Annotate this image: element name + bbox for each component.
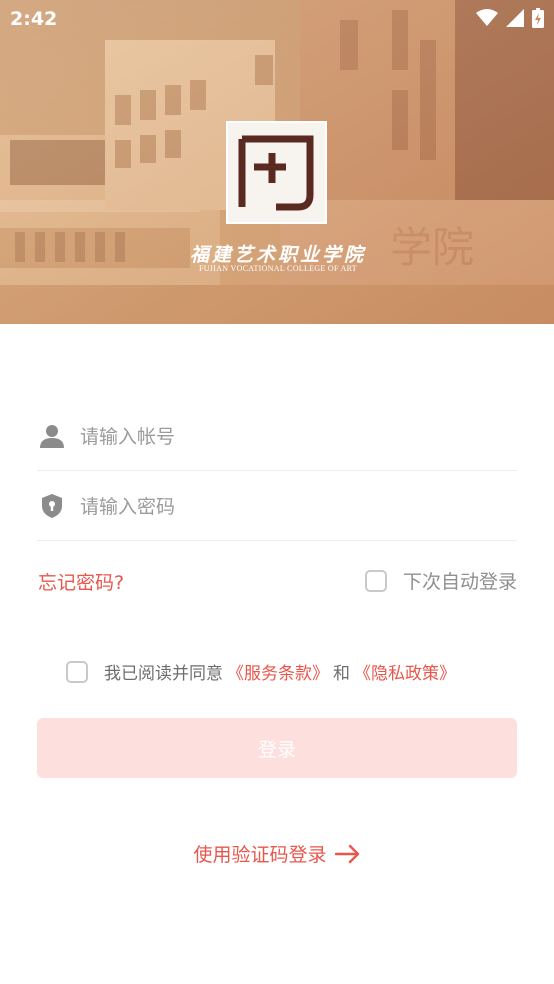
wifi-icon xyxy=(476,9,498,26)
auto-login-option[interactable]: 下次自动登录 xyxy=(364,567,517,594)
battery-icon xyxy=(532,8,544,28)
forgot-password-link[interactable]: 忘记密码? xyxy=(38,568,124,595)
login-screen: 学院 2:42 xyxy=(0,0,554,984)
login-button[interactable]: 登录 xyxy=(37,718,517,778)
privacy-link[interactable]: 《隐私政策》 xyxy=(354,659,456,684)
agreement-conjunction: 和 xyxy=(333,664,350,684)
college-name-en: FUJIAN VOCATIONAL COLLEGE OF ART xyxy=(198,264,357,273)
terms-link[interactable]: 《服务条款》 xyxy=(227,659,329,684)
status-bar: 2:42 xyxy=(0,0,554,38)
password-field[interactable]: 请输入密码 xyxy=(37,471,517,541)
arrow-right-icon xyxy=(334,844,359,863)
code-login-link[interactable]: 使用验证码登录 xyxy=(0,840,554,867)
account-field[interactable]: 请输入帐号 xyxy=(37,401,517,471)
signal-icon xyxy=(506,9,524,27)
status-icons xyxy=(476,8,544,28)
college-logo-mark xyxy=(238,135,314,211)
code-login-label: 使用验证码登录 xyxy=(193,844,327,866)
auto-login-checkbox[interactable] xyxy=(364,569,387,592)
auto-login-label: 下次自动登录 xyxy=(402,571,517,593)
account-input[interactable]: 请输入帐号 xyxy=(80,422,175,449)
agreement-prefix: 我已阅读并同意 xyxy=(104,664,223,684)
college-logo xyxy=(226,121,327,224)
campus-banner: 学院 2:42 xyxy=(0,0,554,324)
college-name-cn: 福建艺术职业学院 xyxy=(189,244,366,266)
agreement-row: 我已阅读并同意 《服务条款》 和 《隐私政策》 xyxy=(66,659,456,684)
lock-shield-icon xyxy=(37,491,67,521)
user-icon xyxy=(37,421,67,451)
password-input[interactable]: 请输入密码 xyxy=(80,492,175,519)
agreement-checkbox[interactable] xyxy=(66,660,88,683)
status-time: 2:42 xyxy=(10,8,58,30)
